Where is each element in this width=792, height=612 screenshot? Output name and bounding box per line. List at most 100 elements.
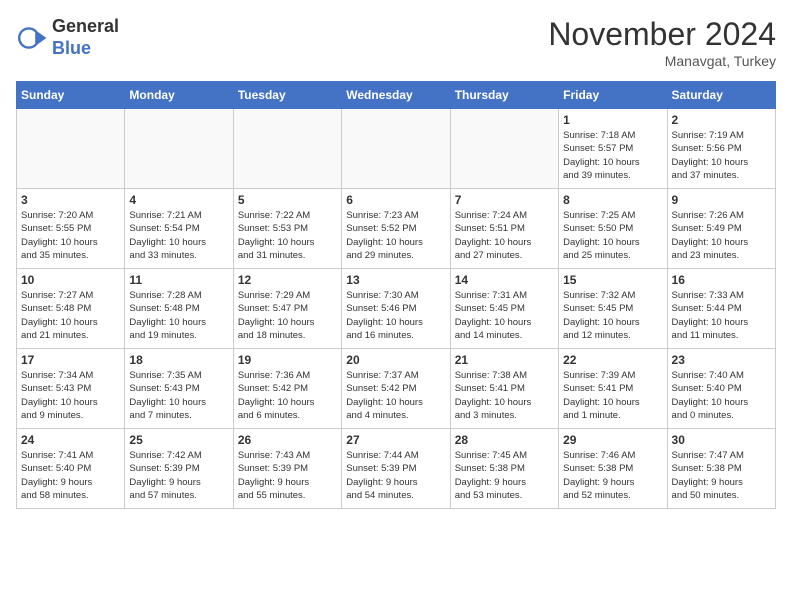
calendar-cell: 7 Sunrise: 7:24 AM Sunset: 5:51 PM Daylig…: [450, 189, 558, 269]
day-number: 15: [563, 273, 662, 287]
weekday-header: Saturday: [667, 82, 775, 109]
calendar-cell: 14 Sunrise: 7:31 AM Sunset: 5:45 PM Dayli…: [450, 269, 558, 349]
day-info: Sunrise: 7:22 AM Sunset: 5:53 PM Dayligh…: [238, 209, 337, 262]
day-number: 8: [563, 193, 662, 207]
weekday-header: Sunday: [17, 82, 125, 109]
day-info: Sunrise: 7:21 AM Sunset: 5:54 PM Dayligh…: [129, 209, 228, 262]
day-number: 17: [21, 353, 120, 367]
calendar-cell: 29 Sunrise: 7:46 AM Sunset: 5:38 PM Dayli…: [559, 429, 667, 509]
calendar-cell: [450, 109, 558, 189]
day-number: 11: [129, 273, 228, 287]
calendar-cell: 26 Sunrise: 7:43 AM Sunset: 5:39 PM Dayli…: [233, 429, 341, 509]
day-info: Sunrise: 7:36 AM Sunset: 5:42 PM Dayligh…: [238, 369, 337, 422]
calendar-cell: 17 Sunrise: 7:34 AM Sunset: 5:43 PM Dayli…: [17, 349, 125, 429]
day-info: Sunrise: 7:41 AM Sunset: 5:40 PM Dayligh…: [21, 449, 120, 502]
weekday-header: Friday: [559, 82, 667, 109]
day-number: 13: [346, 273, 445, 287]
day-info: Sunrise: 7:34 AM Sunset: 5:43 PM Dayligh…: [21, 369, 120, 422]
calendar-cell: 13 Sunrise: 7:30 AM Sunset: 5:46 PM Dayli…: [342, 269, 450, 349]
day-number: 9: [672, 193, 771, 207]
day-info: Sunrise: 7:42 AM Sunset: 5:39 PM Dayligh…: [129, 449, 228, 502]
calendar-cell: 15 Sunrise: 7:32 AM Sunset: 5:45 PM Dayli…: [559, 269, 667, 349]
calendar-week: 17 Sunrise: 7:34 AM Sunset: 5:43 PM Dayli…: [17, 349, 776, 429]
day-info: Sunrise: 7:23 AM Sunset: 5:52 PM Dayligh…: [346, 209, 445, 262]
logo-general: General: [52, 16, 119, 38]
header-row: SundayMondayTuesdayWednesdayThursdayFrid…: [17, 82, 776, 109]
calendar-cell: 9 Sunrise: 7:26 AM Sunset: 5:49 PM Daylig…: [667, 189, 775, 269]
logo-icon: [16, 22, 48, 54]
day-number: 23: [672, 353, 771, 367]
calendar-cell: 21Sunrise: 7:38 AM Sunset: 5:41 PM Dayli…: [450, 349, 558, 429]
day-number: 20: [346, 353, 445, 367]
calendar-cell: 19 Sunrise: 7:36 AM Sunset: 5:42 PM Dayli…: [233, 349, 341, 429]
logo-blue: Blue: [52, 38, 119, 60]
day-info: Sunrise: 7:26 AM Sunset: 5:49 PM Dayligh…: [672, 209, 771, 262]
day-number: 1: [563, 113, 662, 127]
calendar-cell: 1Sunrise: 7:18 AM Sunset: 5:57 PM Daylig…: [559, 109, 667, 189]
calendar-cell: 18 Sunrise: 7:35 AM Sunset: 5:43 PM Dayli…: [125, 349, 233, 429]
day-number: 26: [238, 433, 337, 447]
day-number: 7: [455, 193, 554, 207]
day-number: 19: [238, 353, 337, 367]
day-info: Sunrise: 7:43 AM Sunset: 5:39 PM Dayligh…: [238, 449, 337, 502]
day-number: 18: [129, 353, 228, 367]
weekday-header: Thursday: [450, 82, 558, 109]
day-number: 12: [238, 273, 337, 287]
calendar-cell: 27 Sunrise: 7:44 AM Sunset: 5:39 PM Dayli…: [342, 429, 450, 509]
calendar-cell: 5 Sunrise: 7:22 AM Sunset: 5:53 PM Daylig…: [233, 189, 341, 269]
day-info: Sunrise: 7:33 AM Sunset: 5:44 PM Dayligh…: [672, 289, 771, 342]
day-info: Sunrise: 7:29 AM Sunset: 5:47 PM Dayligh…: [238, 289, 337, 342]
day-number: 6: [346, 193, 445, 207]
calendar-cell: 25 Sunrise: 7:42 AM Sunset: 5:39 PM Dayli…: [125, 429, 233, 509]
day-number: 10: [21, 273, 120, 287]
calendar-week: 1Sunrise: 7:18 AM Sunset: 5:57 PM Daylig…: [17, 109, 776, 189]
calendar-cell: 12 Sunrise: 7:29 AM Sunset: 5:47 PM Dayli…: [233, 269, 341, 349]
day-number: 27: [346, 433, 445, 447]
day-info: Sunrise: 7:39 AM Sunset: 5:41 PM Dayligh…: [563, 369, 662, 422]
day-info: Sunrise: 7:46 AM Sunset: 5:38 PM Dayligh…: [563, 449, 662, 502]
day-info: Sunrise: 7:19 AM Sunset: 5:56 PM Dayligh…: [672, 129, 771, 182]
calendar-cell: 16 Sunrise: 7:33 AM Sunset: 5:44 PM Dayli…: [667, 269, 775, 349]
weekday-header: Wednesday: [342, 82, 450, 109]
day-number: 25: [129, 433, 228, 447]
calendar-table: SundayMondayTuesdayWednesdayThursdayFrid…: [16, 81, 776, 509]
day-info: Sunrise: 7:38 AM Sunset: 5:41 PM Dayligh…: [455, 369, 554, 422]
calendar-cell: 4Sunrise: 7:21 AM Sunset: 5:54 PM Daylig…: [125, 189, 233, 269]
calendar-cell: 24Sunrise: 7:41 AM Sunset: 5:40 PM Dayli…: [17, 429, 125, 509]
day-info: Sunrise: 7:32 AM Sunset: 5:45 PM Dayligh…: [563, 289, 662, 342]
calendar-cell: 2 Sunrise: 7:19 AM Sunset: 5:56 PM Daylig…: [667, 109, 775, 189]
day-info: Sunrise: 7:28 AM Sunset: 5:48 PM Dayligh…: [129, 289, 228, 342]
day-number: 22: [563, 353, 662, 367]
day-number: 5: [238, 193, 337, 207]
day-info: Sunrise: 7:35 AM Sunset: 5:43 PM Dayligh…: [129, 369, 228, 422]
day-number: 28: [455, 433, 554, 447]
month-title: November 2024: [548, 16, 776, 53]
calendar-cell: 8 Sunrise: 7:25 AM Sunset: 5:50 PM Daylig…: [559, 189, 667, 269]
day-info: Sunrise: 7:31 AM Sunset: 5:45 PM Dayligh…: [455, 289, 554, 342]
day-info: Sunrise: 7:45 AM Sunset: 5:38 PM Dayligh…: [455, 449, 554, 502]
day-info: Sunrise: 7:30 AM Sunset: 5:46 PM Dayligh…: [346, 289, 445, 342]
day-number: 14: [455, 273, 554, 287]
day-info: Sunrise: 7:25 AM Sunset: 5:50 PM Dayligh…: [563, 209, 662, 262]
day-info: Sunrise: 7:24 AM Sunset: 5:51 PM Dayligh…: [455, 209, 554, 262]
calendar-cell: 10Sunrise: 7:27 AM Sunset: 5:48 PM Dayli…: [17, 269, 125, 349]
calendar-cell: 23 Sunrise: 7:40 AM Sunset: 5:40 PM Dayli…: [667, 349, 775, 429]
day-info: Sunrise: 7:40 AM Sunset: 5:40 PM Dayligh…: [672, 369, 771, 422]
calendar-week: 10Sunrise: 7:27 AM Sunset: 5:48 PM Dayli…: [17, 269, 776, 349]
day-number: 16: [672, 273, 771, 287]
calendar-cell: [125, 109, 233, 189]
weekday-header: Monday: [125, 82, 233, 109]
calendar-cell: 22 Sunrise: 7:39 AM Sunset: 5:41 PM Dayli…: [559, 349, 667, 429]
day-info: Sunrise: 7:44 AM Sunset: 5:39 PM Dayligh…: [346, 449, 445, 502]
day-number: 30: [672, 433, 771, 447]
calendar-week: 24Sunrise: 7:41 AM Sunset: 5:40 PM Dayli…: [17, 429, 776, 509]
calendar-cell: 3Sunrise: 7:20 AM Sunset: 5:55 PM Daylig…: [17, 189, 125, 269]
calendar-cell: 30Sunrise: 7:47 AM Sunset: 5:38 PM Dayli…: [667, 429, 775, 509]
calendar-cell: 6 Sunrise: 7:23 AM Sunset: 5:52 PM Daylig…: [342, 189, 450, 269]
weekday-header: Tuesday: [233, 82, 341, 109]
title-block: November 2024 Manavgat, Turkey: [548, 16, 776, 69]
day-number: 2: [672, 113, 771, 127]
day-number: 29: [563, 433, 662, 447]
calendar-cell: 11 Sunrise: 7:28 AM Sunset: 5:48 PM Dayli…: [125, 269, 233, 349]
day-number: 3: [21, 193, 120, 207]
